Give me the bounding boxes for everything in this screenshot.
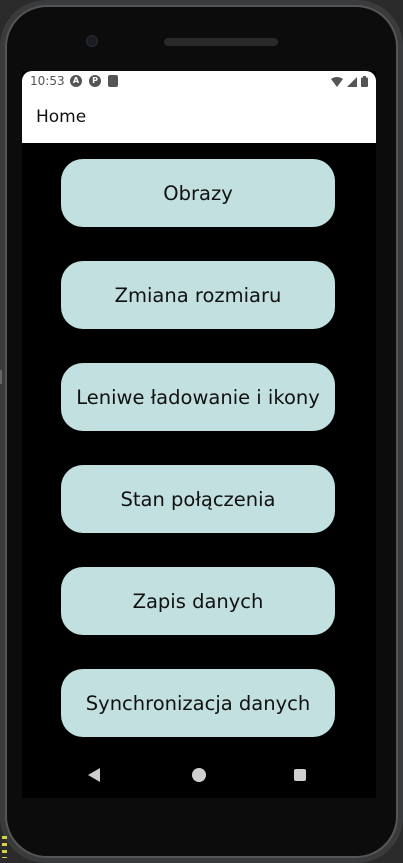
status-time: 10:53 (30, 74, 65, 88)
status-system-icons (331, 76, 368, 87)
synchronizacja-danych-button[interactable]: Synchronizacja danych (61, 669, 335, 737)
zmiana-rozmiaru-button[interactable]: Zmiana rozmiaru (61, 261, 335, 329)
p-circle-icon: P (89, 75, 101, 87)
navigation-bar (22, 751, 376, 798)
wifi-icon (331, 76, 343, 87)
background-text-fragment (2, 836, 7, 858)
zapis-danych-button[interactable]: Zapis danych (61, 567, 335, 635)
back-button[interactable] (74, 751, 114, 798)
sd-card-icon (108, 75, 118, 87)
recent-apps-icon (294, 768, 306, 781)
earpiece-speaker (164, 38, 278, 46)
leniwe-ladowanie-button[interactable]: Leniwe ładowanie i ikony (61, 363, 335, 431)
frame-side-button (0, 370, 2, 384)
app-bar: Home (22, 93, 376, 143)
status-notification-icons: A P (70, 75, 118, 87)
stan-polaczenia-button[interactable]: Stan połączenia (61, 465, 335, 533)
obrazy-button[interactable]: Obrazy (61, 159, 335, 227)
recent-apps-button[interactable] (280, 751, 320, 798)
signal-icon (347, 76, 357, 87)
page-title: Home (36, 107, 87, 127)
a-circle-icon: A (70, 75, 82, 87)
device-screen: 10:53 A P Home Obrazy Zmiana rozmiaru Le… (22, 71, 376, 798)
battery-icon (361, 76, 368, 87)
home-icon (192, 767, 206, 782)
main-content: Obrazy Zmiana rozmiaru Leniwe ładowanie … (22, 143, 376, 737)
status-bar: 10:53 A P (22, 71, 376, 93)
home-button[interactable] (179, 751, 219, 798)
front-camera-icon (86, 35, 98, 47)
back-icon (88, 767, 100, 782)
phone-frame: 10:53 A P Home Obrazy Zmiana rozmiaru Le… (0, 0, 403, 863)
